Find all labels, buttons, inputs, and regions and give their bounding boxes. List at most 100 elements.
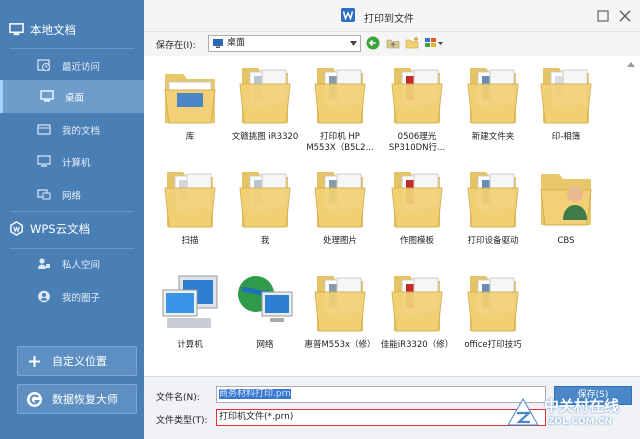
title-bar: 打印到文件 bbox=[144, 0, 640, 32]
dialog-title: 打印到文件 bbox=[364, 14, 414, 25]
chevron-down-icon bbox=[350, 41, 357, 46]
file-item[interactable]: 惠普M553x（修） bbox=[303, 268, 377, 351]
custom-location-label: 自定义位置 bbox=[52, 355, 107, 368]
zol-watermark: 中关村在线 ZOL.COM.CN bbox=[504, 393, 640, 437]
circle-user-icon bbox=[38, 290, 50, 303]
file-item[interactable]: 0506理光 SP310DN行... bbox=[380, 60, 454, 154]
local-docs-title: 本地文档 bbox=[30, 23, 76, 37]
file-list: 库 文赣挑图 iR3320 打印机 HP M553X（B5L2... 0506理光 SP3… bbox=[144, 56, 640, 376]
desktop-icon bbox=[213, 39, 223, 48]
sidebar-item-documents[interactable]: 我的文档 bbox=[0, 113, 144, 146]
sidebar-item-recent[interactable]: 最近访问 bbox=[0, 49, 144, 82]
library-icon bbox=[153, 60, 227, 128]
folder-icon bbox=[529, 60, 603, 128]
file-item-label: 惠普M553x（修） bbox=[304, 340, 376, 350]
monitor-icon bbox=[9, 23, 24, 36]
recovery-g-icon bbox=[27, 392, 42, 407]
file-item-label: 库 bbox=[185, 132, 195, 142]
folder-icon bbox=[303, 60, 377, 128]
file-item[interactable]: 作图模板 bbox=[380, 164, 454, 247]
computer-icon bbox=[37, 155, 51, 167]
filetype-label: 文件类型(T): bbox=[156, 416, 208, 426]
location-value: 桌面 bbox=[227, 38, 246, 48]
sidebar-item-label: 私人空间 bbox=[62, 259, 101, 271]
file-item[interactable]: 计算机 bbox=[153, 268, 227, 351]
sidebar-item-my-circle[interactable]: 我的圈子 bbox=[0, 280, 144, 313]
file-item-label: 文赣挑图 iR3320 bbox=[231, 132, 299, 142]
file-item-label: 打印设备驱动 bbox=[467, 236, 519, 246]
file-item[interactable]: 打印机 HP M553X（B5L2... bbox=[303, 60, 377, 154]
file-item[interactable]: 打印设备驱动 bbox=[456, 164, 530, 247]
clock-icon bbox=[37, 59, 50, 71]
sidebar-item-label: 网络 bbox=[62, 190, 82, 202]
sidebar: 本地文档 最近访问 桌面 我的文档 计算机 网络 WPS云文档 私人空间 我的圈… bbox=[0, 0, 144, 439]
computer-icon bbox=[153, 268, 227, 336]
sidebar-item-label: 我的圈子 bbox=[62, 292, 101, 304]
sidebar-item-private-space[interactable]: 私人空间 bbox=[0, 247, 144, 280]
local-docs-header[interactable]: 本地文档 bbox=[0, 8, 144, 52]
folder-icon bbox=[303, 268, 377, 336]
filetype-value: 打印机文件(*.prn) bbox=[219, 412, 294, 422]
file-item[interactable]: 扫描 bbox=[153, 164, 227, 247]
new-folder-icon[interactable] bbox=[405, 36, 419, 50]
folder-icon bbox=[153, 164, 227, 232]
maximize-icon[interactable] bbox=[596, 9, 610, 23]
file-item[interactable]: CBS bbox=[529, 164, 603, 247]
custom-location-button[interactable]: 自定义位置 bbox=[17, 346, 137, 376]
file-item-label: 作图模板 bbox=[399, 236, 434, 246]
folder-icon bbox=[380, 164, 454, 232]
sidebar-item-computer[interactable]: 计算机 bbox=[0, 145, 144, 178]
sidebar-item-desktop[interactable]: 桌面 bbox=[0, 80, 144, 113]
back-icon[interactable] bbox=[366, 36, 380, 50]
file-item-label: 扫描 bbox=[181, 236, 199, 246]
dialog-main: 打印到文件 保存在(I): 桌面 库 文赣挑图 iR3320 打印机 HP M553X… bbox=[144, 0, 640, 439]
save-options: 文件名(N): 商务材料打印.prn 文件类型(T): 打印机文件(*.prn)… bbox=[144, 376, 640, 439]
plus-icon bbox=[29, 356, 40, 367]
sidebar-item-label: 计算机 bbox=[62, 157, 91, 169]
file-item-label: 计算机 bbox=[177, 340, 203, 350]
file-item[interactable]: 佳能iR3320（修） bbox=[380, 268, 454, 351]
file-item[interactable]: 网络 bbox=[228, 268, 302, 351]
folder-icon bbox=[228, 164, 302, 232]
wps-cloud-title: WPS云文档 bbox=[30, 222, 91, 236]
file-item-label: 网络 bbox=[256, 340, 274, 350]
file-item[interactable]: 我 bbox=[228, 164, 302, 247]
folder-icon bbox=[456, 164, 530, 232]
filetype-select[interactable]: 打印机文件(*.prn) bbox=[216, 409, 546, 426]
file-item[interactable]: 处理图片 bbox=[303, 164, 377, 247]
file-item-label: office打印技巧 bbox=[464, 340, 522, 350]
desktop-icon bbox=[40, 90, 54, 102]
file-item-label: 处理图片 bbox=[322, 236, 357, 246]
scroll-up-icon[interactable] bbox=[627, 62, 635, 67]
folder-icon bbox=[456, 60, 530, 128]
file-item[interactable]: 库 bbox=[153, 60, 227, 143]
file-item[interactable]: 文赣挑图 iR3320 bbox=[228, 60, 302, 143]
folder-icon bbox=[456, 268, 530, 336]
filename-input[interactable]: 商务材料打印.prn bbox=[216, 386, 546, 403]
filename-value: 商务材料打印.prn bbox=[219, 389, 291, 399]
data-recovery-label: 数据恢复大师 bbox=[52, 393, 118, 406]
folder-icon bbox=[380, 60, 454, 128]
up-folder-icon[interactable] bbox=[386, 36, 400, 50]
watermark-text: 中关村在线 bbox=[544, 397, 620, 415]
folder-icon bbox=[228, 60, 302, 128]
sidebar-item-label: 最近访问 bbox=[62, 61, 101, 73]
file-item[interactable]: 新建文件夹 bbox=[456, 60, 530, 143]
filename-label: 文件名(N): bbox=[156, 393, 200, 403]
watermark-domain: ZOL.COM.CN bbox=[548, 417, 613, 427]
data-recovery-button[interactable]: 数据恢复大师 bbox=[17, 384, 137, 414]
wps-cloud-icon bbox=[10, 221, 23, 236]
wps-cloud-header[interactable]: WPS云文档 bbox=[0, 207, 144, 251]
documents-icon bbox=[37, 124, 51, 135]
scrollbar[interactable] bbox=[622, 56, 640, 376]
zol-logo-icon bbox=[507, 397, 539, 426]
file-item[interactable]: 印-相簿 bbox=[529, 60, 603, 143]
location-dropdown[interactable]: 桌面 bbox=[208, 35, 361, 52]
toolbar: 保存在(I): 桌面 bbox=[144, 32, 640, 56]
file-item-label-line2: M553X（B5L2... bbox=[306, 143, 374, 153]
file-item-label: 0506理光 bbox=[397, 132, 437, 142]
close-icon[interactable] bbox=[618, 9, 632, 23]
view-menu-icon[interactable] bbox=[424, 36, 444, 50]
file-item[interactable]: office打印技巧 bbox=[456, 268, 530, 351]
sidebar-item-label: 桌面 bbox=[65, 92, 85, 104]
